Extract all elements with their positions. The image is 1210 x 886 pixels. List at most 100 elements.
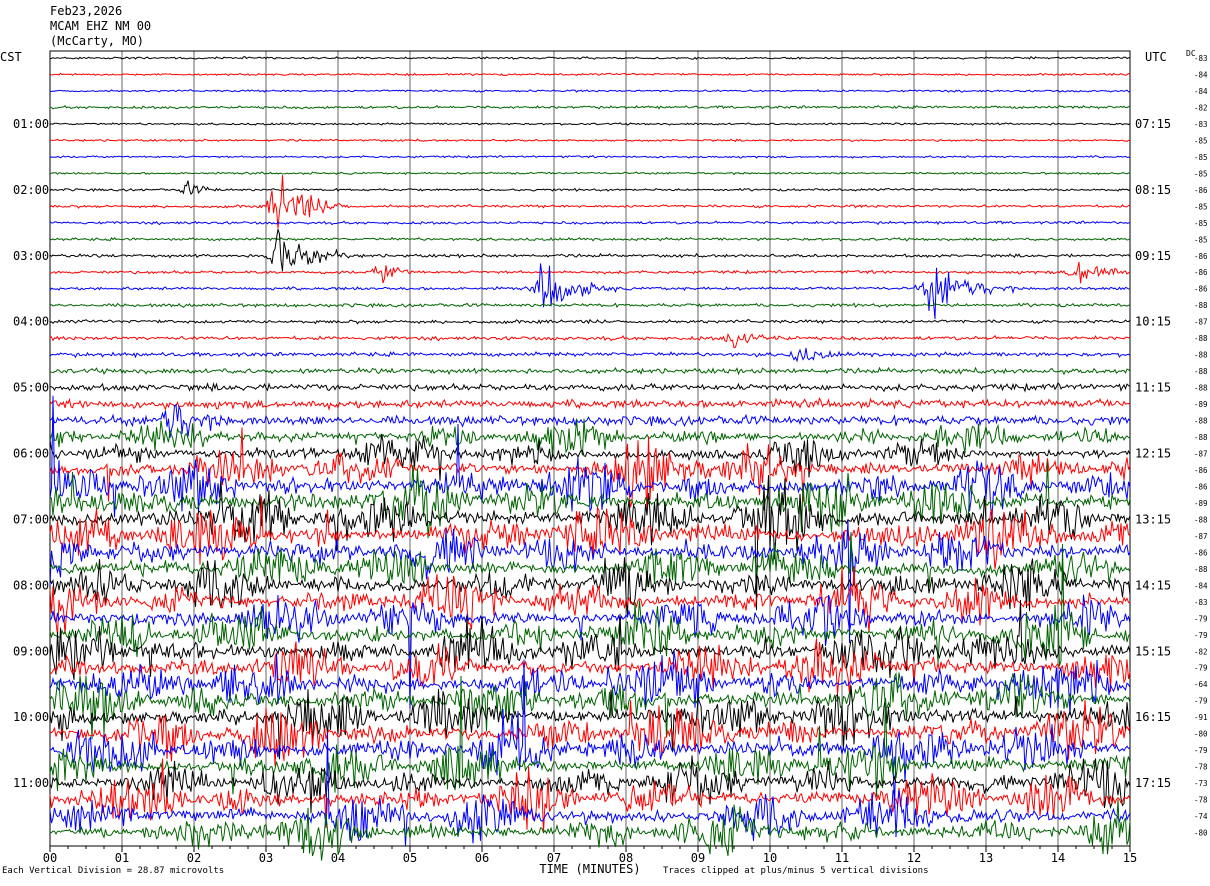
dc-offset-label: -82 — [1194, 103, 1208, 112]
seismic-trace — [49, 366, 1131, 376]
dc-offset-label: -86 — [1194, 268, 1208, 277]
dc-offset-label: -84 — [1194, 70, 1208, 79]
right-hour-label: 16:15 — [1135, 710, 1171, 724]
dc-offset-label: -89 — [1194, 499, 1208, 508]
x-tick-label: 09 — [691, 851, 705, 865]
seismic-trace — [49, 599, 1131, 680]
dc-offset-label: -86 — [1194, 252, 1208, 261]
dc-offset-label: -88 — [1194, 433, 1208, 442]
left-hour-label: 08:00 — [13, 578, 49, 592]
seismic-trace — [49, 229, 1131, 272]
x-tick-label: 14 — [1051, 851, 1065, 865]
right-hour-label: 11:15 — [1135, 381, 1171, 395]
right-hour-label: 14:15 — [1135, 578, 1171, 592]
x-tick-label: 02 — [187, 851, 201, 865]
x-tick-label: 00 — [43, 851, 57, 865]
dc-offset-label: -89 — [1194, 400, 1208, 409]
x-tick-label: 15 — [1123, 851, 1137, 865]
left-hour-label: 11:00 — [13, 776, 49, 790]
dc-offset-label: -83 — [1194, 598, 1208, 607]
dc-offset-label: -79 — [1194, 746, 1208, 755]
seismic-trace — [50, 332, 1131, 349]
x-tick-label: 05 — [403, 851, 417, 865]
seismic-trace — [49, 347, 1131, 363]
scale-note: Each Vertical Division = 28.87 microvolt… — [2, 866, 225, 876]
seismic-trace — [49, 381, 1131, 393]
dc-offset-label: -86 — [1194, 285, 1208, 294]
seismic-trace — [49, 236, 1131, 242]
seismic-trace — [49, 171, 1131, 176]
seismic-trace — [49, 397, 1131, 412]
dc-offset-label: -80 — [1194, 829, 1208, 838]
seismic-trace — [49, 395, 1131, 520]
dc-offset-label: -64 — [1194, 680, 1208, 689]
helicorder-plot: 00 01 02 03 04 05 06 07 08 09 10 11 12 13 14 1501:0002:… — [13, 50, 1208, 876]
left-hour-label: 06:00 — [13, 447, 49, 461]
dc-offset-label: -78 — [1194, 796, 1208, 805]
x-tick-label: 04 — [331, 851, 345, 865]
seismic-trace — [49, 154, 1131, 159]
dc-offset-label: -88 — [1194, 384, 1208, 393]
dc-offset-label: -79 — [1194, 614, 1208, 623]
seismic-trace — [49, 557, 1131, 616]
dc-offset-label: -79 — [1194, 631, 1208, 640]
left-hour-label: 03:00 — [13, 249, 49, 263]
dc-offset-label: -85 — [1194, 202, 1208, 211]
dc-offset-label: -88 — [1194, 367, 1208, 376]
dc-offset-label: -88 — [1194, 334, 1208, 343]
seismic-trace — [49, 531, 1131, 588]
x-tick-label: 06 — [475, 851, 489, 865]
right-hour-label: 10:15 — [1135, 315, 1171, 329]
dc-offset-label: -88 — [1194, 301, 1208, 310]
dc-offset-label: -86 — [1194, 548, 1208, 557]
seismic-trace — [49, 175, 1131, 229]
dc-offset-label: -79 — [1194, 664, 1208, 673]
seismic-trace — [49, 138, 1131, 143]
dc-offset-label: -84 — [1194, 87, 1208, 96]
left-hour-label: 04:00 — [13, 315, 49, 329]
dc-offset-label: -85 — [1194, 235, 1208, 244]
dc-offset-label: -88 — [1194, 515, 1208, 524]
dc-offset-label: -86 — [1194, 466, 1208, 475]
dc-offset-label: -74 — [1194, 812, 1208, 821]
dc-offset-label: -88 — [1194, 351, 1208, 360]
dc-offset-label: -87 — [1194, 450, 1208, 459]
right-hour-label: 07:15 — [1135, 117, 1171, 131]
dc-offset-label: -85 — [1194, 153, 1208, 162]
x-tick-label: 11 — [835, 851, 849, 865]
dc-offset-label: -85 — [1194, 136, 1208, 145]
dc-offset-label: -91 — [1194, 713, 1208, 722]
left-hour-label: 01:00 — [13, 117, 49, 131]
x-tick-label: 10 — [763, 851, 777, 865]
seismic-trace — [49, 699, 1131, 767]
left-hour-label: 05:00 — [13, 381, 49, 395]
right-hour-label: 17:15 — [1135, 776, 1171, 790]
clip-note: Traces clipped at plus/minus 5 vertical … — [663, 866, 929, 876]
x-axis-title: TIME (MINUTES) — [539, 862, 640, 876]
seismic-trace — [49, 799, 1131, 861]
seismic-trace — [49, 302, 1131, 309]
seismic-trace — [49, 89, 1131, 93]
seismic-trace — [49, 55, 1131, 60]
dc-offset-label: -86 — [1194, 186, 1208, 195]
right-hour-label: 09:15 — [1135, 249, 1171, 263]
seismic-trace — [49, 261, 1131, 284]
x-tick-label: 13 — [979, 851, 993, 865]
dc-offset-label: -82 — [1194, 647, 1208, 656]
right-hour-label: 15:15 — [1135, 644, 1171, 658]
seismic-trace — [49, 104, 1131, 110]
dc-offset-label: -80 — [1194, 730, 1208, 739]
dc-offset-label: -83 — [1194, 120, 1208, 129]
dc-offset-label: -87 — [1194, 318, 1208, 327]
dc-offset-label: -79 — [1194, 697, 1208, 706]
x-tick-label: 12 — [907, 851, 921, 865]
dc-offset-label: -85 — [1194, 169, 1208, 178]
seismic-trace — [49, 318, 1131, 325]
left-hour-label: 09:00 — [13, 644, 49, 658]
plot-frame — [49, 50, 1131, 847]
dc-offset-label: -88 — [1194, 417, 1208, 426]
dc-offset-label: -86 — [1194, 482, 1208, 491]
dc-offset-label: -85 — [1194, 219, 1208, 228]
seismic-trace — [49, 220, 1131, 226]
seismic-trace — [49, 72, 1131, 77]
